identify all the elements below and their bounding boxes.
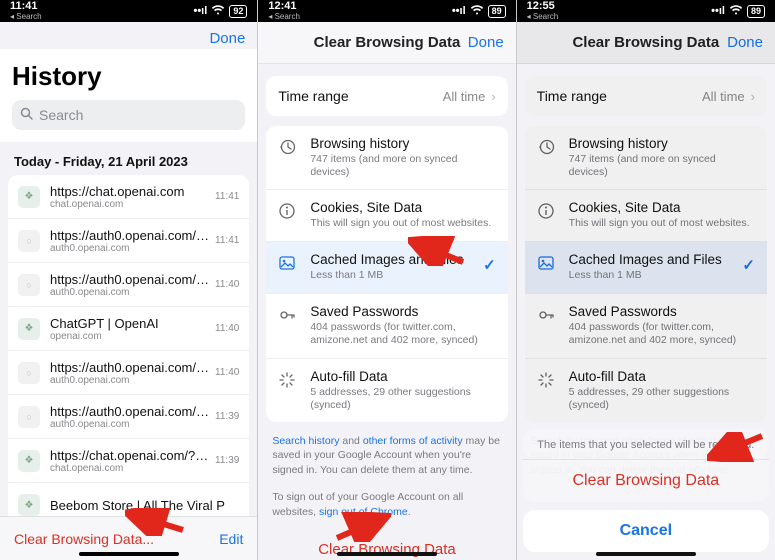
action-sheet-cancel-button[interactable]: Cancel (523, 510, 769, 552)
date-header: Today - Friday, 21 April 2023 (0, 142, 257, 175)
history-list: ❖ https://chat.openai.comchat.openai.com… (8, 175, 249, 527)
search-placeholder: Search (39, 107, 83, 123)
battery-level: 89 (488, 5, 506, 18)
screen-confirm-sheet: 12:55 ◂ Search ••ıl 89 Clear Browsing Da… (517, 0, 775, 560)
action-sheet-clear-button[interactable]: Clear Browsing Data (523, 459, 769, 502)
option-browsing-history[interactable]: Browsing history747 items (and more on s… (525, 126, 767, 190)
clear-options-list: Browsing history747 items (and more on s… (266, 126, 507, 422)
screen-clear-data: 12:41 ◂ Search ••ıl 89 Clear Browsing Da… (258, 0, 516, 560)
option-browsing-history[interactable]: Browsing history747 items (and more on s… (266, 126, 507, 190)
home-indicator[interactable] (79, 552, 179, 556)
time-range-row[interactable]: Time range All time › (266, 76, 507, 116)
favicon-icon: ❖ (18, 186, 40, 208)
image-icon (537, 254, 557, 277)
key-icon (278, 306, 298, 329)
status-back-search[interactable]: ◂ Search (268, 13, 300, 21)
favicon-icon: ○ (18, 362, 40, 384)
status-back-search[interactable]: ◂ Search (10, 13, 42, 21)
page-title: Clear Browsing Data (314, 34, 461, 51)
option-cookies[interactable]: Cookies, Site DataThis will sign you out… (266, 190, 507, 242)
time-range-row[interactable]: Time range All time› (525, 76, 767, 116)
history-row[interactable]: ❖ ChatGPT | OpenAIopenai.com 11:40 (8, 307, 249, 351)
screen-history: 11:41 ◂ Search ••ıl 92 Done History Sear… (0, 0, 258, 560)
battery-level: 89 (747, 5, 765, 18)
option-cookies[interactable]: Cookies, Site DataThis will sign you out… (525, 190, 767, 242)
favicon-icon: ○ (18, 406, 40, 428)
search-icon (20, 107, 33, 123)
sign-out-chrome-link[interactable]: sign out of Chrome (319, 506, 408, 518)
status-bar: 12:55 ◂ Search ••ıl 89 (517, 0, 775, 22)
signal-icon: ••ıl (452, 5, 466, 17)
status-time: 12:41 (268, 1, 300, 12)
header-bar: Clear Browsing Data Done (258, 22, 515, 64)
done-button[interactable]: Done (468, 34, 504, 51)
wifi-icon (729, 5, 743, 18)
option-saved-passwords[interactable]: Saved Passwords404 passwords (for twitte… (266, 294, 507, 358)
favicon-icon: ❖ (18, 318, 40, 340)
home-indicator[interactable] (596, 552, 696, 556)
status-back-search[interactable]: ◂ Search (527, 13, 559, 21)
status-time: 12:55 (527, 1, 559, 12)
header-bar: Done (0, 22, 257, 49)
footer-note-1: Search history and other forms of activi… (258, 422, 515, 478)
option-saved-passwords[interactable]: Saved Passwords404 passwords (for twitte… (525, 294, 767, 358)
favicon-icon: ❖ (18, 494, 40, 516)
home-indicator[interactable] (337, 552, 437, 556)
option-autofill[interactable]: Auto-fill Data5 addresses, 29 other sugg… (266, 359, 507, 422)
history-icon (537, 138, 557, 161)
done-button[interactable]: Done (209, 30, 245, 47)
wifi-icon (470, 5, 484, 18)
chevron-right-icon: › (491, 89, 495, 104)
status-time: 11:41 (10, 1, 42, 12)
option-cached-images[interactable]: Cached Images and FilesLess than 1 MB ✓ (266, 242, 507, 294)
check-icon: ✓ (483, 256, 496, 274)
history-row[interactable]: ○ https://auth0.openai.com/u/lo...auth0.… (8, 219, 249, 263)
history-row[interactable]: ○ https://auth0.openai.com/u/lo...auth0.… (8, 263, 249, 307)
favicon-icon: ○ (18, 274, 40, 296)
clear-browsing-data-link[interactable]: Clear Browsing Data... (14, 531, 154, 547)
time-range-label: Time range (278, 88, 348, 104)
footer-note-2: To sign out of your Google Account on al… (258, 478, 515, 519)
history-row[interactable]: ❖ https://chat.openai.comchat.openai.com… (8, 175, 249, 219)
status-bar: 12:41 ◂ Search ••ıl 89 (258, 0, 515, 22)
time-range-value: All time (443, 89, 486, 104)
autofill-icon (278, 371, 298, 394)
signal-icon: ••ıl (711, 5, 725, 17)
favicon-icon: ○ (18, 230, 40, 252)
option-cached-images[interactable]: Cached Images and FilesLess than 1 MB✓ (525, 242, 767, 294)
header-bar: Clear Browsing Data Done (517, 22, 775, 64)
action-sheet-message: The items that you selected will be remo… (523, 429, 769, 459)
autofill-icon (537, 371, 557, 394)
check-icon: ✓ (742, 256, 755, 274)
search-input[interactable]: Search (12, 100, 245, 130)
key-icon (537, 306, 557, 329)
page-title: Clear Browsing Data (572, 34, 719, 51)
history-row[interactable]: ❖ https://chat.openai.com/?__cf...chat.o… (8, 439, 249, 483)
search-history-link[interactable]: Search history (272, 435, 339, 447)
history-row[interactable]: ○ https://auth0.openai.com/auth/l...auth… (8, 395, 249, 439)
history-row[interactable]: ○ https://auth0.openai.com/u/lo...auth0.… (8, 351, 249, 395)
chevron-right-icon: › (751, 89, 755, 104)
info-icon (537, 202, 557, 225)
image-icon (278, 254, 298, 277)
battery-level: 92 (229, 5, 247, 18)
info-icon (278, 202, 298, 225)
other-activity-link[interactable]: other forms of activity (363, 435, 463, 447)
history-icon (278, 138, 298, 161)
done-button[interactable]: Done (727, 34, 763, 51)
action-sheet: The items that you selected will be remo… (523, 429, 769, 552)
favicon-icon: ❖ (18, 450, 40, 472)
clear-options-list: Browsing history747 items (and more on s… (525, 126, 767, 422)
edit-button[interactable]: Edit (219, 531, 243, 547)
page-title: History (12, 61, 245, 92)
status-bar: 11:41 ◂ Search ••ıl 92 (0, 0, 257, 22)
signal-icon: ••ıl (193, 5, 207, 17)
option-autofill[interactable]: Auto-fill Data5 addresses, 29 other sugg… (525, 359, 767, 422)
wifi-icon (211, 5, 225, 18)
